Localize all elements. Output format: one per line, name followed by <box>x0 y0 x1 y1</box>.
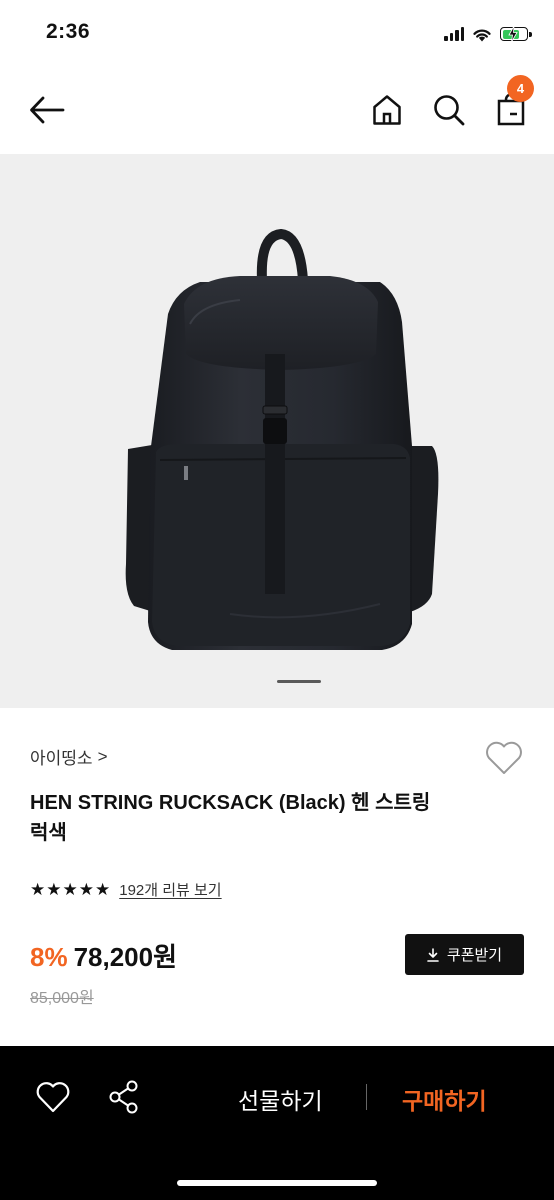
top-nav-bar <box>0 66 554 154</box>
status-bar: 2:36 <box>0 0 554 66</box>
like-button[interactable] <box>35 1080 71 1114</box>
chevron-right-icon: > <box>97 746 108 766</box>
discount-rate: 8% <box>30 942 68 972</box>
heart-outline-icon <box>36 1082 70 1113</box>
price-row: 8% 78,200원 <box>30 937 177 974</box>
product-photo <box>125 228 439 650</box>
star-rating: ★ ★ ★ ★ ★ <box>30 880 110 900</box>
home-icon <box>373 95 401 125</box>
share-button[interactable] <box>108 1079 142 1115</box>
product-title: HEN STRING RUCKSACK (Black) 헨 스트링 럭색 <box>30 792 431 844</box>
rating-row: ★ ★ ★ ★ ★ 192개 리뷰 보기 <box>30 879 222 900</box>
search-button[interactable] <box>430 91 468 129</box>
star-icon: ★ <box>46 879 62 899</box>
cellular-signal-icon <box>444 27 464 41</box>
coupon-button[interactable]: 쿠폰받기 <box>405 934 524 975</box>
product-image-gallery[interactable] <box>0 154 554 708</box>
battery-charging-icon <box>500 26 532 42</box>
coupon-button-label: 쿠폰받기 <box>446 947 503 964</box>
original-price: 85,000원 <box>30 990 94 1007</box>
sale-price: 78,200원 <box>73 942 178 972</box>
bottom-action-bar: 선물하기 구매하기 <box>0 1046 554 1200</box>
back-arrow-icon <box>30 96 65 124</box>
review-link[interactable]: 192개 리뷰 보기 <box>119 879 221 900</box>
wishlist-button[interactable] <box>484 740 524 776</box>
star-icon: ★ <box>78 879 94 899</box>
back-button[interactable] <box>26 91 68 129</box>
heart-outline-icon <box>486 741 522 774</box>
cart-count-badge: 4 <box>507 75 534 102</box>
star-icon: ★ <box>95 879 111 899</box>
star-icon: ★ <box>62 879 78 899</box>
wifi-icon <box>473 29 491 41</box>
gift-button[interactable]: 선물하기 <box>238 1082 323 1116</box>
home-button[interactable] <box>368 91 406 129</box>
divider <box>366 1084 367 1110</box>
status-time: 2:36 <box>46 20 91 43</box>
search-icon <box>434 95 465 126</box>
gallery-page-indicator <box>277 680 321 683</box>
download-icon <box>427 947 439 962</box>
share-icon <box>109 1080 138 1114</box>
star-icon: ★ <box>30 879 46 899</box>
status-icons <box>444 24 532 44</box>
brand-link[interactable]: 아이띵소 > <box>30 744 108 769</box>
home-indicator <box>177 1180 377 1186</box>
buy-button[interactable]: 구매하기 <box>402 1082 487 1116</box>
brand-name: 아이띵소 <box>30 749 93 768</box>
